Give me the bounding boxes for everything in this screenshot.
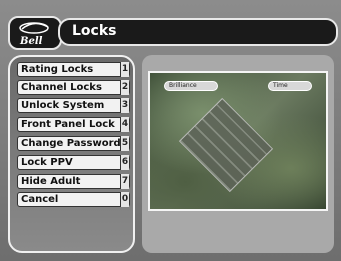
menu-item-key: 7 bbox=[120, 174, 129, 189]
menu-item-rating-locks[interactable]: Rating Locks 1 bbox=[17, 62, 130, 77]
screen: Bell Locks Rating Locks 1 Channel Locks … bbox=[0, 0, 341, 261]
menu-item-label: Change Password bbox=[21, 138, 121, 149]
menu-item-label: Rating Locks bbox=[21, 64, 94, 75]
menu-item-label: Hide Adult bbox=[21, 176, 81, 187]
page-title: Locks bbox=[72, 23, 117, 39]
video-preview: Brilliance Time bbox=[148, 71, 328, 211]
menu-item-label: Front Panel Lock bbox=[21, 119, 115, 130]
preview-panel: Brilliance Time bbox=[142, 55, 334, 253]
bell-logo: Bell bbox=[8, 16, 62, 50]
menu-item-key: 6 bbox=[120, 155, 129, 170]
menu-item-label: Lock PPV bbox=[21, 157, 73, 168]
title-bar: Locks bbox=[58, 18, 338, 46]
menu-item-key: 1 bbox=[120, 62, 129, 77]
menu-item-key: 0 bbox=[120, 192, 129, 207]
menu-panel: Rating Locks 1 Channel Locks 2 Unlock Sy… bbox=[8, 55, 135, 253]
menu-item-key: 2 bbox=[120, 80, 129, 95]
menu-item-cancel[interactable]: Cancel 0 bbox=[17, 192, 130, 207]
menu-item-lock-ppv[interactable]: Lock PPV 6 bbox=[17, 155, 130, 170]
header: Bell Locks bbox=[6, 16, 338, 50]
menu-item-unlock-system[interactable]: Unlock System 3 bbox=[17, 98, 130, 113]
menu-item-channel-locks[interactable]: Channel Locks 2 bbox=[17, 80, 130, 95]
menu-item-key: 4 bbox=[120, 117, 129, 132]
menu-item-key: 5 bbox=[120, 136, 129, 151]
brand-name: Bell bbox=[20, 36, 43, 47]
bell-logo-icon bbox=[19, 22, 49, 34]
menu-item-label: Unlock System bbox=[21, 100, 105, 111]
menu-item-hide-adult[interactable]: Hide Adult 7 bbox=[17, 174, 130, 189]
menu-item-change-password[interactable]: Change Password 5 bbox=[17, 136, 130, 151]
preview-left-pill: Brilliance bbox=[164, 81, 218, 91]
menu-item-label: Channel Locks bbox=[21, 82, 102, 93]
menu-item-front-panel-lock[interactable]: Front Panel Lock 4 bbox=[17, 117, 130, 132]
preview-right-pill: Time bbox=[268, 81, 312, 91]
menu-item-key: 3 bbox=[120, 98, 129, 113]
menu-item-label: Cancel bbox=[21, 194, 59, 205]
